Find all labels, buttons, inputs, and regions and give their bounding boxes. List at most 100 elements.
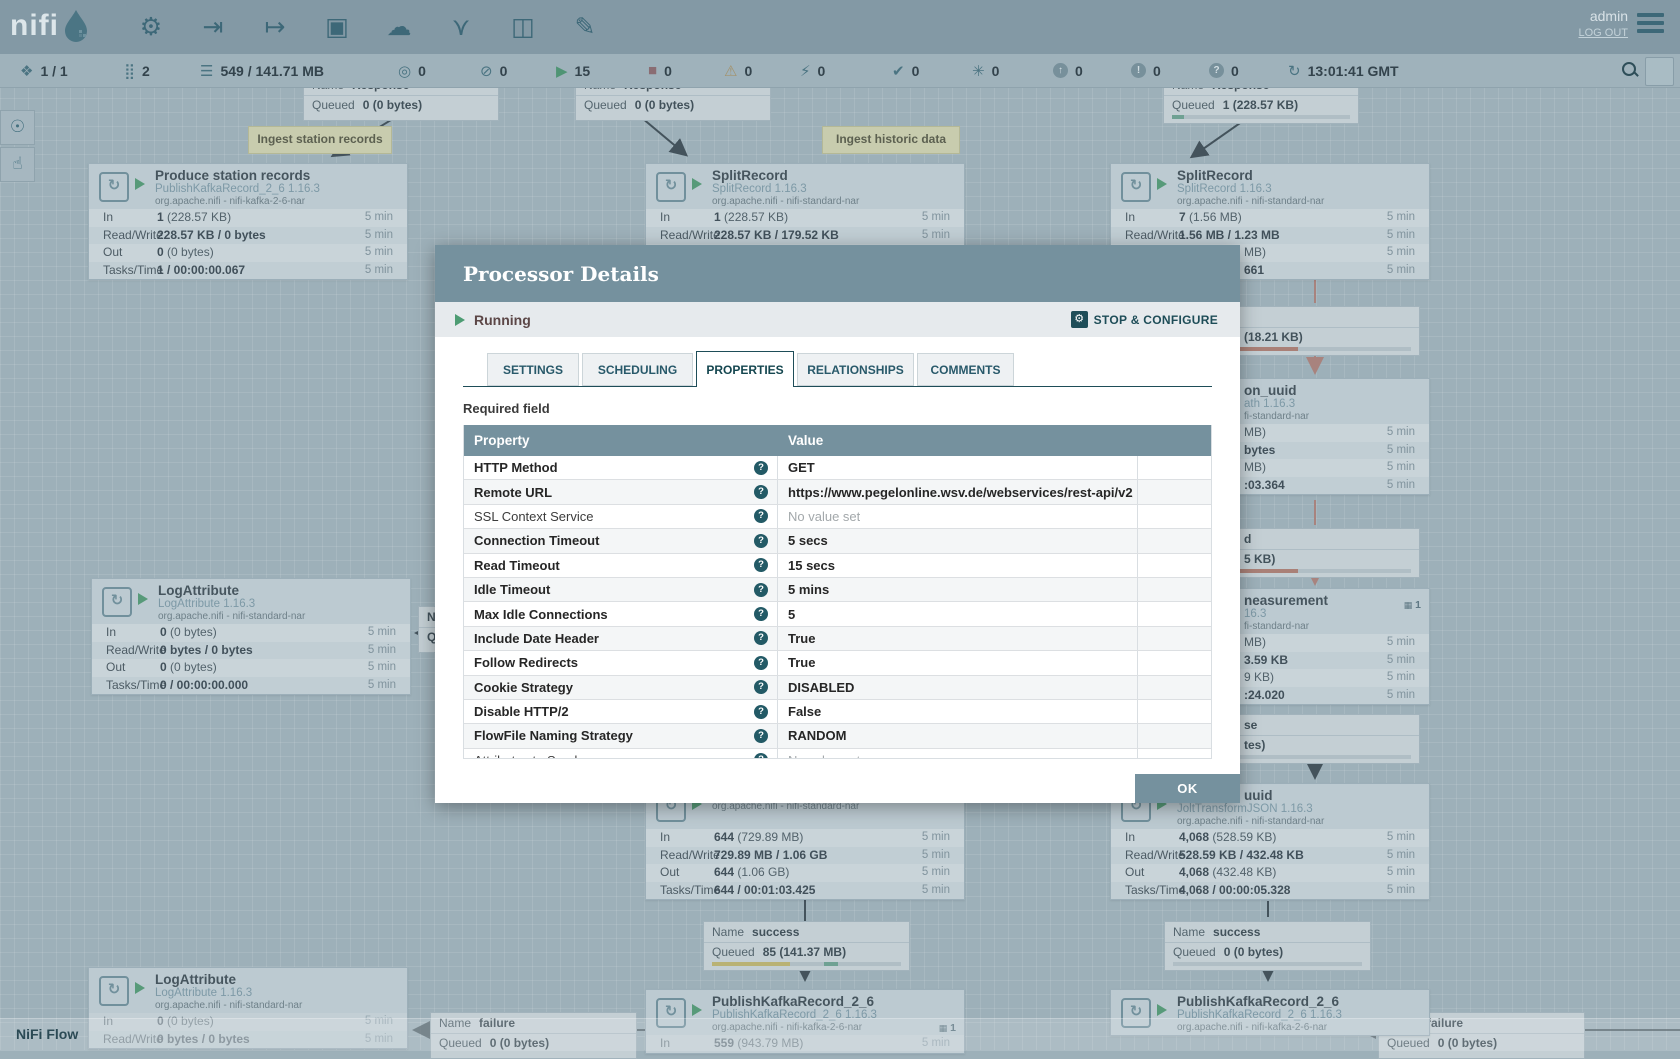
property-value[interactable]: No value set xyxy=(778,509,860,524)
status-item-transmitting: ◎0 xyxy=(398,54,426,87)
property-row[interactable]: SSL Context Service?No value set xyxy=(464,505,1211,529)
processor-stat-row: In0 (0 bytes)5 min xyxy=(92,624,410,642)
property-value[interactable]: True xyxy=(778,655,815,670)
property-row[interactable]: Include Date Header? True xyxy=(464,627,1211,651)
processor-stat-row: Tasks/Time4,068 / 00:00:05.3285 min xyxy=(1111,882,1429,900)
canvas-label[interactable]: Ingest station records xyxy=(248,126,392,154)
global-menu-button[interactable] xyxy=(1637,13,1664,37)
funnel-icon[interactable]: ⋎ xyxy=(446,12,476,42)
property-value[interactable]: RANDOM xyxy=(778,728,847,743)
help-icon[interactable]: ? xyxy=(754,583,768,597)
help-icon[interactable]: ? xyxy=(754,705,768,719)
status-bar-square-button[interactable] xyxy=(1645,57,1674,86)
processor-title: uuid xyxy=(1244,788,1324,803)
property-row[interactable]: Follow Redirects?True xyxy=(464,651,1211,675)
status-count: 0 xyxy=(912,63,920,79)
input-port-icon[interactable]: ⇥ xyxy=(198,12,228,42)
help-icon[interactable]: ? xyxy=(754,485,768,499)
processor-node[interactable]: ↻Produce station recordsPublishKafkaReco… xyxy=(88,163,408,280)
processor-icon: ↻ xyxy=(1121,172,1151,202)
dialog-status-strip: Running ⚙ STOP & CONFIGURE xyxy=(435,302,1240,337)
active-threads-icon: ⣿ xyxy=(124,62,135,80)
connection-queued: 1 (228.57 KB) xyxy=(1223,98,1298,112)
search-button[interactable] xyxy=(1622,62,1638,78)
property-row[interactable]: Idle Timeout?5 mins xyxy=(464,578,1211,602)
refresh-icon[interactable]: ↻ xyxy=(1288,62,1301,80)
navigate-palette-button[interactable]: ☉ xyxy=(0,110,35,145)
running-icon xyxy=(692,178,702,190)
property-value[interactable]: 15 secs xyxy=(778,558,835,573)
property-row[interactable]: Attributes to Send?No value set xyxy=(464,749,1211,758)
help-icon[interactable]: ? xyxy=(754,558,768,572)
property-value[interactable]: False xyxy=(778,704,821,719)
help-icon[interactable]: ? xyxy=(754,631,768,645)
dialog-title: Processor Details xyxy=(463,262,659,286)
help-icon[interactable]: ? xyxy=(754,461,768,475)
property-row[interactable]: Cookie Strategy?DISABLED xyxy=(464,676,1211,700)
property-value[interactable]: 5 xyxy=(778,607,795,622)
property-value[interactable]: 5 mins xyxy=(778,582,829,597)
property-value[interactable]: GET xyxy=(778,460,815,475)
property-value[interactable]: DISABLED xyxy=(778,680,854,695)
process-group-icon[interactable]: ▣ xyxy=(322,12,352,42)
template-icon[interactable]: ◫ xyxy=(508,12,538,42)
running-icon: ▶ xyxy=(556,62,568,80)
tab-settings[interactable]: SETTINGS xyxy=(487,353,579,386)
processor-type: SplitRecord 1.16.3 xyxy=(1177,183,1324,196)
processor-stat-row: Read/Write1.56 MB / 1.23 MB5 min xyxy=(1111,227,1429,245)
canvas-label[interactable]: Ingest historic data xyxy=(822,126,960,154)
tab-scheduling[interactable]: SCHEDULING xyxy=(582,353,693,386)
status-item-up-to-date: ✔0 xyxy=(892,54,919,87)
processor-icon: ↻ xyxy=(99,172,129,202)
tab-properties[interactable]: PROPERTIES xyxy=(696,351,794,387)
compass-icon: ☉ xyxy=(10,117,25,136)
processor-stat-row: Tasks/Time0 / 00:00:00.0005 min xyxy=(92,677,410,695)
stop-and-configure-button[interactable]: ⚙ STOP & CONFIGURE xyxy=(1071,311,1218,328)
status-count: 15 xyxy=(575,63,591,79)
help-icon[interactable]: ? xyxy=(754,729,768,743)
property-row[interactable]: Max Idle Connections?5 xyxy=(464,602,1211,626)
property-row[interactable]: FlowFile Naming Strategy?RANDOM xyxy=(464,724,1211,748)
help-icon[interactable]: ? xyxy=(754,680,768,694)
property-name: HTTP Method xyxy=(464,460,558,475)
status-item-stale: ↑0 xyxy=(1053,54,1083,87)
breadcrumb[interactable]: NiFi Flow xyxy=(16,1026,78,1042)
property-row[interactable]: Connection Timeout?5 secs xyxy=(464,529,1211,553)
output-port-icon[interactable]: ↦ xyxy=(260,12,290,42)
processor-icon: ↻ xyxy=(102,587,132,617)
processor-title: SplitRecord xyxy=(712,168,859,183)
refresh-status[interactable]: ↻ 13:01:41 GMT xyxy=(1288,54,1399,87)
property-row[interactable]: HTTP Method? GET xyxy=(464,456,1211,480)
help-icon[interactable]: ? xyxy=(754,509,768,523)
processor-icon[interactable]: ⚙ xyxy=(136,12,166,42)
ok-button[interactable]: OK xyxy=(1135,774,1240,803)
label-icon[interactable]: ✎ xyxy=(570,12,600,42)
locally-modified-icon: ✳ xyxy=(972,62,985,80)
operate-palette-button[interactable]: ☝ xyxy=(0,147,35,182)
processor-type: 16.3 xyxy=(1244,608,1328,621)
connection-label[interactable]: NamesuccessQueued85 (141.37 MB) xyxy=(703,921,910,971)
logout-link[interactable]: LOG OUT xyxy=(1578,27,1628,39)
tab-comments[interactable]: COMMENTS xyxy=(917,353,1014,386)
property-name: Include Date Header xyxy=(464,631,599,646)
property-value[interactable]: True xyxy=(778,631,815,646)
property-row[interactable]: Disable HTTP/2?False xyxy=(464,700,1211,724)
help-icon[interactable]: ? xyxy=(754,753,768,758)
property-value[interactable]: https://www.pegelonline.wsv.de/webservic… xyxy=(778,485,1133,500)
help-icon[interactable]: ? xyxy=(754,534,768,548)
property-value[interactable]: No value set xyxy=(778,753,860,758)
property-row[interactable]: Read Timeout?15 secs xyxy=(464,554,1211,578)
running-icon xyxy=(138,593,148,605)
processor-node[interactable]: ↻LogAttributeLogAttribute 1.16.3org.apac… xyxy=(91,578,411,695)
connection-label[interactable]: NamesuccessQueued0 (0 bytes) xyxy=(1164,921,1371,971)
tab-relationships[interactable]: RELATIONSHIPS xyxy=(797,353,914,386)
connection-name: se xyxy=(1244,718,1257,732)
remote-process-group-icon[interactable]: ☁ xyxy=(384,12,414,42)
processor-details-dialog: Processor Details Running ⚙ STOP & CONFI… xyxy=(435,245,1240,803)
property-row[interactable]: Remote URL?https://www.pegelonline.wsv.d… xyxy=(464,480,1211,504)
status-count: 0 xyxy=(1231,63,1239,79)
help-icon[interactable]: ? xyxy=(754,607,768,621)
help-icon[interactable]: ? xyxy=(754,656,768,670)
not-transmitting-icon: ⊘ xyxy=(480,62,493,80)
property-value[interactable]: 5 secs xyxy=(778,533,828,548)
